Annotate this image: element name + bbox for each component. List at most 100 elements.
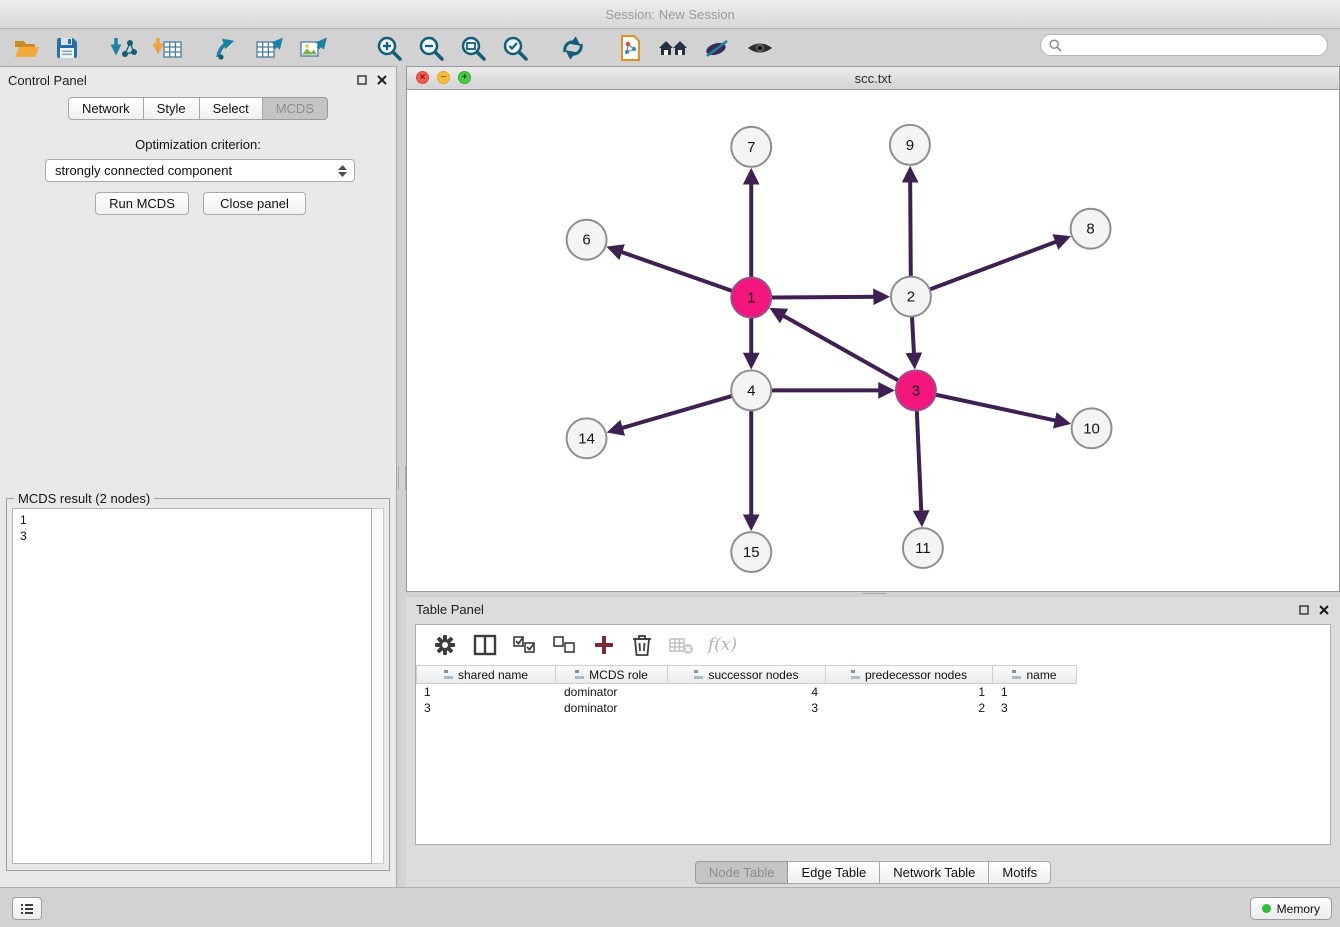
graph-node-14[interactable]: 14 [567, 418, 607, 458]
network-file-icon[interactable] [610, 31, 650, 65]
table-cell[interactable]: dominator [556, 685, 668, 699]
zoom-in-icon[interactable] [368, 31, 410, 65]
graph-edge-1-2[interactable] [771, 297, 885, 298]
home-icon[interactable] [650, 31, 696, 65]
graph-node-9[interactable]: 9 [890, 125, 930, 165]
column-header-name[interactable]: name [993, 665, 1077, 684]
table-row[interactable]: 3dominator323 [416, 700, 1330, 716]
column-type-icon [444, 670, 453, 679]
float-panel-icon[interactable] [356, 74, 368, 86]
tab-network-table[interactable]: Network Table [880, 861, 989, 884]
close-panel-icon[interactable] [1318, 604, 1330, 616]
tab-network[interactable]: Network [68, 97, 144, 120]
column-header-predecessor-nodes[interactable]: predecessor nodes [826, 665, 993, 684]
mcds-result-list[interactable]: 1 3 [12, 508, 372, 864]
memory-button[interactable]: Memory [1250, 897, 1332, 920]
control-panel-tabs: Network Style Select MCDS [0, 97, 396, 120]
graph-edge-3-10[interactable] [935, 395, 1066, 423]
select-all-icon[interactable] [506, 629, 544, 661]
graph-edge-2-3[interactable] [912, 317, 915, 365]
node-table-header-row: shared nameMCDS role successor nodes prede… [416, 665, 1330, 684]
optimization-criterion-select[interactable]: strongly connected component [45, 159, 355, 182]
result-scrollbar[interactable] [370, 508, 384, 864]
tab-select[interactable]: Select [200, 97, 263, 120]
column-header-shared-name[interactable]: shared name [416, 665, 556, 684]
graph-node-2[interactable]: 2 [891, 277, 931, 317]
close-panel-button[interactable]: Close panel [203, 192, 306, 215]
tab-node-table[interactable]: Node Table [695, 861, 789, 884]
table-cell[interactable]: 3 [668, 701, 826, 715]
import-table-icon[interactable] [146, 31, 190, 65]
column-header-label: successor nodes [708, 668, 798, 682]
tab-edge-table[interactable]: Edge Table [788, 861, 880, 884]
float-panel-icon[interactable] [1298, 604, 1310, 616]
tab-motifs[interactable]: Motifs [989, 861, 1051, 884]
table-row[interactable]: 1dominator411 [416, 684, 1330, 700]
table-cell[interactable]: 3 [416, 701, 556, 715]
table-panel-header: Table Panel [406, 597, 1340, 622]
graph-node-1[interactable]: 1 [731, 278, 771, 318]
delete-table-icon[interactable] [662, 629, 700, 661]
selected-criterion-value: strongly connected component [55, 163, 232, 178]
run-mcds-button[interactable]: Run MCDS [95, 192, 189, 215]
unselect-all-icon[interactable] [546, 629, 584, 661]
network-canvas[interactable]: 1 2 3 4 6 7 8 9 10 11 14 15 [407, 89, 1339, 591]
split-panel-icon[interactable] [466, 629, 504, 661]
graph-edge-1-6[interactable] [611, 248, 732, 291]
memory-button-label: Memory [1277, 902, 1320, 916]
window-close-icon[interactable] [416, 71, 429, 84]
search-input[interactable] [1067, 37, 1327, 53]
graph-node-3[interactable]: 3 [896, 370, 936, 410]
open-session-icon[interactable] [6, 31, 48, 65]
graph-edge-3-1[interactable] [774, 310, 899, 380]
vertical-splitter[interactable] [397, 66, 406, 887]
graph-edge-3-11[interactable] [917, 410, 922, 522]
column-header-successor-nodes[interactable]: successor nodes [668, 665, 826, 684]
window-zoom-icon[interactable] [458, 71, 471, 84]
close-panel-icon[interactable] [376, 74, 388, 86]
zoom-fit-icon[interactable] [452, 31, 494, 65]
export-network-icon[interactable] [206, 31, 248, 65]
tab-style[interactable]: Style [144, 97, 200, 120]
zoom-out-icon[interactable] [410, 31, 452, 65]
zoom-selected-icon[interactable] [494, 31, 536, 65]
hide-graphics-details-icon[interactable] [696, 31, 738, 65]
table-cell[interactable]: 1 [826, 685, 993, 699]
column-settings-icon[interactable] [426, 629, 464, 661]
table-cell[interactable]: 2 [826, 701, 993, 715]
graph-node-15[interactable]: 15 [731, 532, 771, 572]
tab-mcds[interactable]: MCDS [263, 97, 328, 120]
graph-edge-2-9[interactable] [910, 171, 911, 277]
graph-edge-2-8[interactable] [930, 238, 1067, 290]
graph-node-10[interactable]: 10 [1072, 408, 1112, 448]
graph-edge-4-14[interactable] [611, 396, 732, 431]
refresh-icon[interactable] [552, 31, 594, 65]
graph-node-4[interactable]: 4 [731, 370, 771, 410]
add-row-icon[interactable] [586, 629, 622, 661]
table-panel-tabs: Node Table Edge Table Network Table Moti… [406, 861, 1340, 884]
svg-text:2: 2 [907, 289, 915, 306]
table-cell[interactable]: 4 [668, 685, 826, 699]
network-window-titlebar[interactable]: scc.txt [407, 67, 1339, 90]
table-cell[interactable]: dominator [556, 701, 668, 715]
graph-node-11[interactable]: 11 [903, 528, 943, 568]
export-image-icon[interactable] [292, 31, 336, 65]
export-table-icon[interactable] [248, 31, 292, 65]
delete-row-icon[interactable] [624, 629, 660, 661]
window-minimize-icon[interactable] [437, 71, 450, 84]
show-graphics-details-icon[interactable] [738, 31, 782, 65]
column-header-MCDS-role[interactable]: MCDS role [556, 665, 668, 684]
graph-node-8[interactable]: 8 [1071, 209, 1111, 249]
function-builder-icon[interactable]: f(x) [702, 635, 743, 655]
save-session-icon[interactable] [48, 31, 86, 65]
control-panel-header: Control Panel [0, 67, 396, 93]
graph-node-7[interactable]: 7 [731, 127, 771, 167]
table-cell[interactable]: 3 [993, 701, 1077, 715]
search-box[interactable] [1040, 34, 1328, 56]
table-cell[interactable]: 1 [416, 685, 556, 699]
splitter-grip[interactable] [398, 466, 406, 490]
table-cell[interactable]: 1 [993, 685, 1077, 699]
import-network-icon[interactable] [102, 31, 146, 65]
show-hide-panels-button[interactable] [12, 897, 42, 920]
graph-node-6[interactable]: 6 [567, 220, 607, 260]
